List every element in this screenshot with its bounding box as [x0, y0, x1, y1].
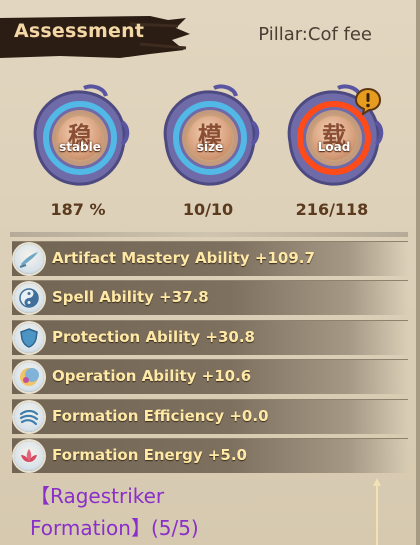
ability-row-operation[interactable]: Operation Ability +10.6: [12, 359, 408, 395]
ability-row-artifact-mastery[interactable]: Artifact Mastery Ability +109.7: [12, 241, 408, 276]
ability-list: Artifact Mastery Ability +109.7 Spell Ab…: [12, 241, 408, 477]
formation-line-2: Formation】(5/5): [30, 516, 199, 540]
scrollbar[interactable]: [373, 478, 381, 545]
formation-line-1: 【Ragestriker: [30, 484, 165, 508]
lotus-icon: [14, 440, 44, 471]
yin-yang-icon: [14, 283, 44, 314]
swirl-icon: [14, 401, 44, 432]
crescent-icon: [14, 362, 44, 393]
brush-icon: [14, 244, 44, 274]
warning-alert-icon[interactable]: [354, 87, 382, 115]
ability-row-formation-efficiency[interactable]: Formation Efficiency +0.0: [12, 398, 408, 434]
stable-tag: stable: [59, 140, 101, 154]
stable-medal: 稳 stable: [56, 114, 104, 162]
formation-name: 【Ragestriker Formation】(5/5): [30, 480, 330, 544]
stat-load[interactable]: 载 Load 216/118: [280, 82, 384, 222]
load-value: 216/118: [295, 200, 369, 219]
ability-row-spell[interactable]: Spell Ability +37.8: [12, 280, 408, 316]
shield-icon: [14, 322, 44, 353]
size-tag: size: [196, 140, 224, 154]
ability-row-protection[interactable]: Protection Ability +30.8: [12, 319, 408, 355]
stat-size[interactable]: 模 size 10/10: [156, 82, 260, 222]
assessment-panel: Assessment Pillar:Cof fee 稳 stable 187 %…: [0, 0, 420, 545]
pillar-label: Pillar:Cof fee: [258, 24, 372, 45]
size-medal: 模 size: [186, 114, 234, 162]
load-medal: 载 Load: [310, 114, 358, 162]
stable-value: 187 %: [50, 200, 106, 219]
ability-row-formation-energy[interactable]: Formation Energy +5.0: [12, 437, 408, 473]
section-divider: [10, 232, 408, 237]
load-tag: Load: [317, 140, 351, 154]
stat-stable[interactable]: 稳 stable 187 %: [26, 82, 130, 222]
panel-title: Assessment: [14, 20, 145, 42]
size-value: 10/10: [182, 200, 234, 219]
